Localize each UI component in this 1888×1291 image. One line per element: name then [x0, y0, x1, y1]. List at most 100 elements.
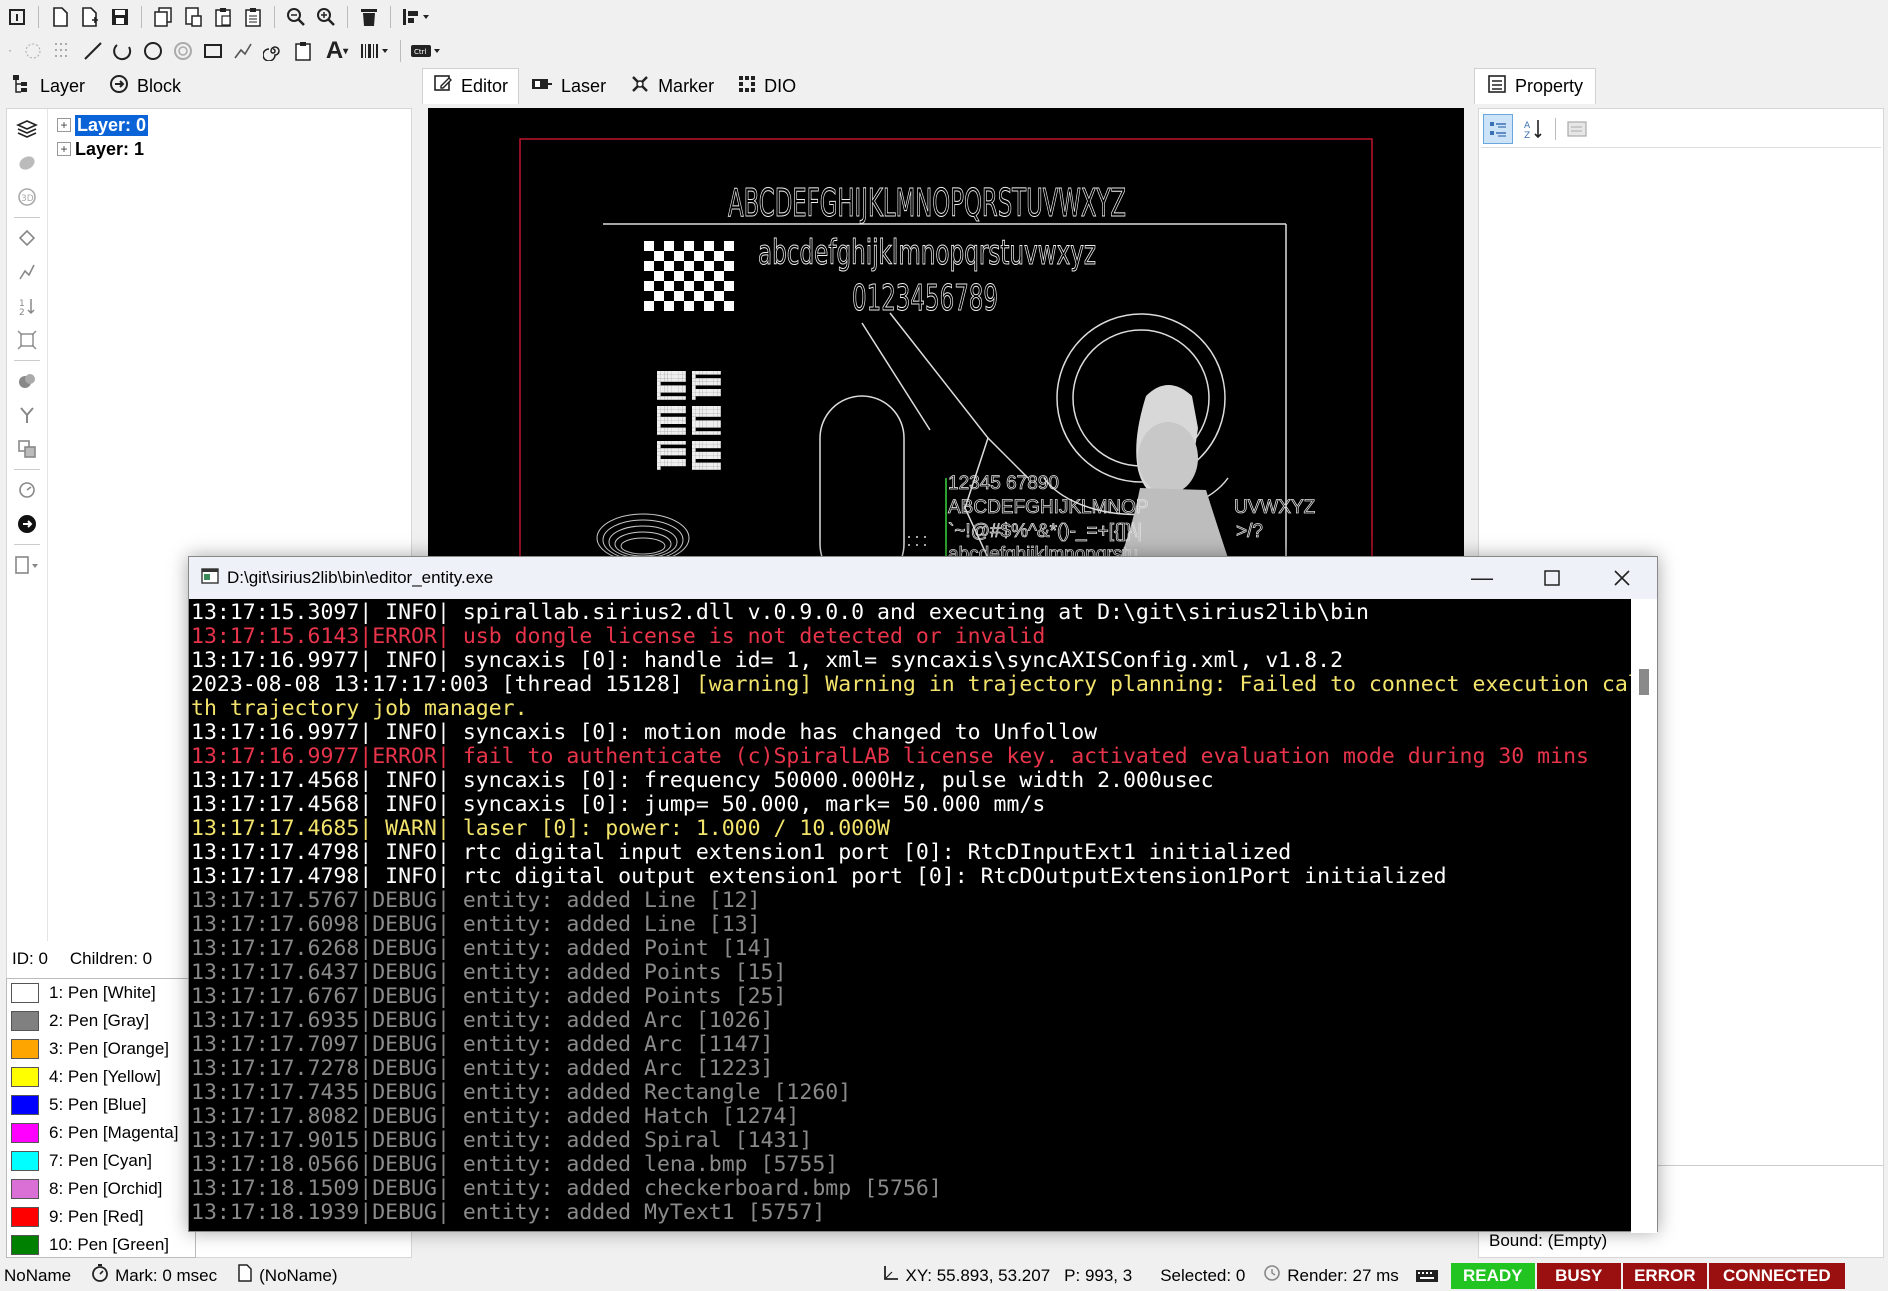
pen-list-item[interactable]: 9: Pen [Red]: [7, 1203, 195, 1231]
ctrl-icon[interactable]: Ctrl: [407, 36, 445, 66]
property-pages-icon[interactable]: [1562, 114, 1592, 144]
path-icon[interactable]: [12, 258, 42, 286]
expand-icon[interactable]: +: [57, 118, 71, 132]
tab-layer[interactable]: Layer: [0, 68, 97, 104]
render-time: Render: 27 ms: [1261, 1264, 1401, 1287]
points-icon[interactable]: [48, 36, 78, 66]
info-icon[interactable]: [2, 2, 32, 32]
rectangle-icon[interactable]: [198, 36, 228, 66]
pen-list-item[interactable]: 5: Pen [Blue]: [7, 1091, 195, 1119]
checker-cell: [674, 271, 684, 281]
spiral-entity: [596, 513, 690, 563]
mark-label: Mark: 0 msec: [115, 1265, 218, 1285]
3d-icon[interactable]: 3D: [12, 183, 42, 211]
pen-list-item[interactable]: 7: Pen [Cyan]: [7, 1147, 195, 1175]
pen-color-swatch: [11, 1207, 39, 1227]
pen-label: 2: Pen [Gray]: [49, 1011, 150, 1030]
tree-item-layer-1[interactable]: + Layer: 1: [57, 137, 148, 161]
save-icon[interactable]: [105, 2, 135, 32]
sort-alpha-icon[interactable]: AZ: [1519, 114, 1549, 144]
execute-icon[interactable]: [12, 510, 42, 538]
pen-list-item[interactable]: 2: Pen [Gray]: [7, 1007, 195, 1035]
split-icon[interactable]: [12, 401, 42, 429]
expand-icon[interactable]: +: [57, 142, 71, 156]
explode-icon[interactable]: [12, 326, 42, 354]
barcode-icon[interactable]: [356, 36, 394, 66]
close-button[interactable]: [1587, 557, 1657, 599]
editor-canvas[interactable]: ABCDEFGHIJKLMNOPQRSTUVWXYZ abcdefghijklm…: [428, 108, 1464, 568]
property-icon: [1487, 74, 1507, 99]
delete-icon[interactable]: [354, 2, 384, 32]
tab-label: Block: [137, 75, 182, 96]
console-log: 13:17:15.3097| INFO| spirallab.sirius2.d…: [191, 601, 1631, 1231]
clipboard-icon[interactable]: [288, 36, 318, 66]
checker-cell: [654, 271, 664, 281]
offset-icon[interactable]: [12, 435, 42, 463]
export-icon[interactable]: [12, 551, 42, 579]
canvas-text-digits: 0123456789: [852, 278, 998, 319]
checker-cell: [694, 251, 704, 261]
zoom-out-icon[interactable]: [311, 2, 341, 32]
tab-marker[interactable]: Marker: [618, 68, 726, 104]
checker-cell: [694, 271, 704, 281]
pen-label: 7: Pen [Cyan]: [49, 1151, 153, 1170]
categorized-icon[interactable]: [1483, 114, 1513, 144]
point-icon[interactable]: [18, 36, 48, 66]
right-tabstrip: Property: [1474, 68, 1597, 104]
fill-icon[interactable]: [12, 224, 42, 252]
pen-list-item[interactable]: 3: Pen [Orange]: [7, 1035, 195, 1063]
tab-property[interactable]: Property: [1474, 68, 1597, 104]
sort-icon[interactable]: 12: [12, 292, 42, 320]
tab-label: Marker: [658, 75, 715, 96]
trepan-icon[interactable]: [168, 36, 198, 66]
separator: [400, 40, 401, 62]
align-icon[interactable]: [397, 2, 435, 32]
console-scrollbar[interactable]: [1631, 599, 1657, 1233]
minimize-button[interactable]: —: [1447, 557, 1517, 599]
spiral-icon[interactable]: [258, 36, 288, 66]
pen-list-item[interactable]: 6: Pen [Magenta]: [7, 1119, 195, 1147]
pen-list-item[interactable]: 10: Pen [Green]: [7, 1231, 195, 1257]
layer-vertical-toolbar: 3D 12: [7, 109, 47, 579]
pen-list-item[interactable]: 4: Pen [Yellow]: [7, 1063, 195, 1091]
tree-item-layer-0[interactable]: + Layer: 0: [57, 113, 149, 137]
paste-icon[interactable]: [178, 2, 208, 32]
log-line: 13:17:15.6143|ERROR| usb dongle license …: [191, 625, 1046, 649]
new-file2-icon[interactable]: [75, 2, 105, 32]
zoom-in-icon[interactable]: [281, 2, 311, 32]
copy-icon[interactable]: [148, 2, 178, 32]
maximize-button[interactable]: [1517, 557, 1587, 599]
circle-icon[interactable]: [138, 36, 168, 66]
tab-laser[interactable]: Laser: [519, 68, 618, 104]
pen-color-swatch: [11, 1095, 39, 1115]
tab-editor[interactable]: Editor: [422, 68, 520, 104]
scrollbar-thumb[interactable]: [1639, 669, 1649, 695]
log-line: 13:17:17.6098|DEBUG| entity: added Line …: [191, 913, 761, 937]
spline-icon[interactable]: [228, 36, 258, 66]
log-line: 13:17:17.8082|DEBUG| entity: added Hatch…: [191, 1105, 800, 1129]
tab-block[interactable]: Block: [97, 68, 193, 104]
svg-text:2: 2: [19, 308, 25, 316]
arc-icon[interactable]: [108, 36, 138, 66]
bound-label: Bound: (Empty): [1489, 1231, 1608, 1250]
rotate-icon[interactable]: [12, 476, 42, 504]
clipboard-icon[interactable]: [208, 2, 238, 32]
tab-dio[interactable]: DIO: [726, 68, 808, 104]
pen-list-item[interactable]: 1: Pen [White]: [7, 979, 195, 1007]
group-icon[interactable]: [12, 367, 42, 395]
eraser-icon[interactable]: [12, 149, 42, 177]
text-icon[interactable]: A ▾: [318, 36, 356, 66]
clipboard2-icon[interactable]: [238, 2, 268, 32]
log-line: 13:17:17.5767|DEBUG| entity: added Line …: [191, 889, 761, 913]
mark-time: Mark: 0 msec: [89, 1264, 219, 1287]
new-file-icon[interactable]: [45, 2, 75, 32]
checker-cell: [704, 301, 714, 311]
separator: [38, 6, 39, 28]
console-titlebar[interactable]: D:\git\sirius2lib\bin\editor_entity.exe …: [189, 557, 1657, 599]
line-icon[interactable]: [78, 36, 108, 66]
center-tabstrip: Editor Laser Marker DIO: [422, 68, 808, 104]
pen-list-item[interactable]: 8: Pen [Orchid]: [7, 1175, 195, 1203]
checker-cell: [644, 301, 654, 311]
layers-icon[interactable]: [12, 115, 42, 143]
pen-label: 9: Pen [Red]: [49, 1207, 144, 1226]
